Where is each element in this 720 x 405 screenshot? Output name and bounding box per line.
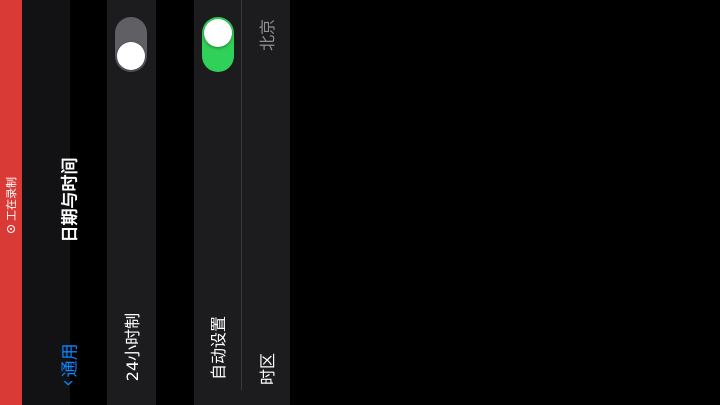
back-button-label: 通用	[60, 343, 81, 378]
timezone-value[interactable]: 北京	[254, 19, 278, 51]
hour24-toggle[interactable]	[115, 17, 147, 72]
auto-set-label: 自动设置	[209, 315, 228, 381]
back-button[interactable]: ‹ 通用	[54, 343, 81, 387]
record-icon	[7, 225, 15, 233]
toggle-knob	[204, 19, 232, 47]
toggle-knob	[117, 42, 145, 70]
chevron-left-icon: ‹	[54, 379, 80, 387]
page-title: 日期与时间	[60, 157, 81, 243]
timezone-label[interactable]: 时区	[254, 353, 278, 385]
settings-group-time: 自动设置 时区 北京	[194, 0, 290, 405]
auto-set-toggle[interactable]	[202, 17, 234, 72]
cell-separator	[241, 0, 242, 390]
settings-cell-24-hour: 24小时制	[107, 0, 156, 405]
recording-indicator[interactable]: 工在录制	[0, 0, 22, 405]
navigation-bar: 日期与时间 ‹ 通用	[22, 0, 81, 405]
recording-label: 工在录制	[5, 177, 18, 221]
recording-status: 工在录制	[3, 177, 19, 233]
hour24-label: 24小时制	[123, 312, 142, 382]
